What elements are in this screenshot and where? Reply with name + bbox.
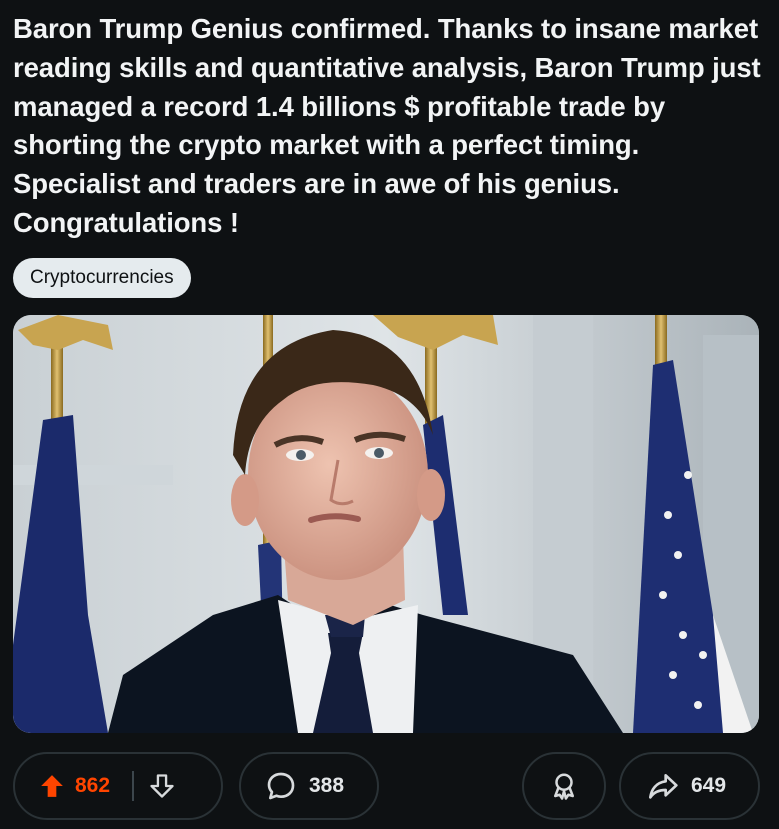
award-icon [549, 771, 579, 801]
post-title[interactable]: Baron Trump Genius confirmed. Thanks to … [13, 10, 765, 243]
comment-icon [265, 770, 297, 802]
post-image[interactable] [13, 315, 759, 733]
post-card[interactable]: Baron Trump Genius confirmed. Thanks to … [0, 0, 779, 829]
upvote-icon[interactable] [39, 773, 65, 799]
share-icon [647, 770, 679, 802]
post-flair[interactable]: Cryptocurrencies [13, 258, 191, 298]
vote-score: 862 [75, 774, 111, 797]
downvote-icon[interactable] [148, 772, 176, 800]
share-button[interactable]: 649 [619, 752, 760, 820]
award-button[interactable] [522, 752, 606, 820]
vote-bar: 862 [13, 752, 223, 820]
comment-count: 388 [309, 774, 345, 797]
share-count: 649 [691, 774, 727, 797]
vote-divider [132, 771, 135, 801]
comments-button[interactable]: 388 [239, 752, 379, 820]
